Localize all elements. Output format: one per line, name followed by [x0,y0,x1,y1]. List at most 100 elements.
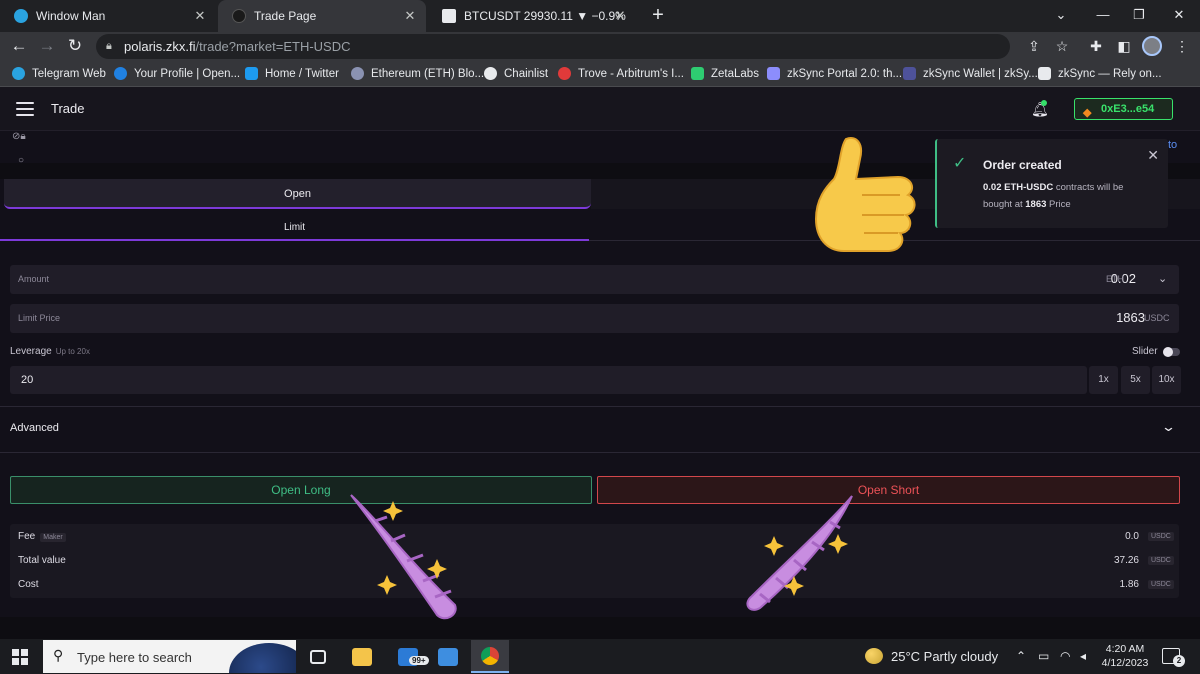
limit-price-field[interactable]: Limit Price 1863 USDC [10,304,1179,333]
battery-icon[interactable]: ▭ [1038,649,1049,663]
windows-taskbar: ⚲ Type here to search 99+ 25°C Partly cl… [0,639,1200,674]
forward-arrow-icon[interactable]: → [36,35,58,57]
bell-icon[interactable]: 🔔︎ [1031,100,1049,118]
weather-widget[interactable]: 25°C Partly cloudy [865,648,998,664]
toast-message: 0.02 ETH-USDC contracts will be bought a… [983,179,1153,213]
advanced-toggle[interactable]: Advanced [10,422,59,434]
summary-row-cost: Cost 1.86 USDC [10,574,1179,596]
order-summary: Fee Maker 0.0 USDC Total value 37.26 USDC… [10,524,1179,598]
system-clock[interactable]: 4:20 AM 4/12/2023 [1098,642,1152,670]
bookmark-telegram[interactable]: Telegram Web [12,61,106,86]
toast-text-tail: Price [1046,199,1071,210]
close-toast-icon[interactable]: ✕ [1147,147,1159,164]
bookmark-opensea[interactable]: Your Profile | Open... [114,61,240,86]
open-long-button[interactable]: Open Long [10,476,592,504]
search-highlight-image [229,643,296,673]
slider-toggle[interactable] [1163,347,1180,357]
amount-field[interactable]: Amount 0.02 ETH ⌄ [10,265,1179,294]
bookmark-zksync-portal[interactable]: zkSync Portal 2.0: th... [767,61,902,86]
close-tab-icon[interactable]: ✕ [192,8,208,24]
limit-price-unit: USDC [1144,313,1170,323]
summary-unit: USDC [1148,532,1174,541]
browser-tab-window-man[interactable]: Window Man ✕ [0,0,216,32]
clock-time: 4:20 AM [1105,643,1145,655]
summary-row-fee: Fee Maker 0.0 USDC [10,526,1179,548]
windows-start-icon[interactable] [12,649,28,665]
notification-center-icon[interactable]: 2 [1162,648,1185,667]
wallet-button[interactable]: ◆ 0xE3...e54 [1074,98,1173,120]
bookmark-zksync-rely[interactable]: zkSync — Rely on... [1038,61,1162,86]
bookmark-zetalabs[interactable]: ZetaLabs [691,61,759,86]
url-path: /trade?market=ETH-USDC [195,39,351,54]
leverage-hint: Up to 20x [55,347,90,356]
trove-icon [558,67,571,80]
leverage-10x-button[interactable]: 10x [1152,366,1181,394]
bookmark-chainlist[interactable]: Chainlist [484,61,548,86]
bookmark-star-icon[interactable]: ☆ [1052,36,1072,56]
zksync-icon [767,67,780,80]
leverage-5x-button[interactable]: 5x [1121,366,1150,394]
mail-icon[interactable]: 99+ [389,640,429,673]
close-window-button[interactable]: ✕ [1164,4,1194,26]
search-icon: ⚲ [53,647,64,663]
file-explorer-icon[interactable] [343,640,381,673]
close-tab-icon[interactable]: ✕ [402,8,418,24]
leverage-input[interactable]: 20 [10,366,1087,394]
back-arrow-icon[interactable]: ← [8,35,30,57]
tradingview-icon [442,9,456,23]
notification-count: 2 [1173,655,1185,667]
open-position-tab[interactable]: Open [4,179,591,209]
bookmark-label: Chainlist [504,67,549,80]
wifi-icon[interactable]: ◠ [1060,649,1070,663]
leverage-1x-button[interactable]: 1x [1089,366,1118,394]
bookmark-twitter[interactable]: Home / Twitter [245,61,339,86]
menu-dots-icon[interactable]: ⋮ [1172,36,1192,56]
browser-tab-btcusdt[interactable]: BTCUSDT 29930.11 ▼ −0.9% Luc ✕ [428,0,636,32]
taskbar-search-box[interactable]: ⚲ Type here to search [43,640,296,673]
chevron-up-icon[interactable]: ⌃ [1016,649,1026,663]
summary-value: 37.26 [1113,555,1139,566]
tab-search-icon[interactable]: ⌄ [1046,4,1076,26]
limit-price-label: Limit Price [18,313,61,323]
maximize-button[interactable]: ❐ [1124,4,1154,26]
summary-key: Fee [18,531,36,542]
profile-avatar[interactable] [1142,36,1162,56]
browser-tab-trade-page[interactable]: Trade Page ✕ [218,0,426,32]
page-title: Trade [51,101,85,116]
unicorn-horn-sticker [350,494,457,620]
bookmark-label: zkSync Wallet | zkSy... [923,67,1038,80]
bookmark-label: Telegram Web [32,67,106,80]
opensea-icon [114,67,127,80]
limit-order-tab[interactable]: Limit [0,215,589,241]
open-short-button[interactable]: Open Short [597,476,1180,504]
bookmarks-bar: Telegram Web Your Profile | Open... Home… [0,61,1200,87]
peek-link[interactable]: to [1168,139,1177,151]
share-icon[interactable]: ⇪ [1024,36,1044,56]
chevron-down-icon[interactable]: ⌄ [1161,419,1176,435]
bookmark-etherscan[interactable]: Ethereum (ETH) Blo... [351,61,484,86]
footer-band [0,617,1200,639]
minimize-button[interactable]: — [1088,4,1118,26]
close-tab-icon[interactable]: ✕ [612,8,628,24]
summary-row-total-value: Total value 37.26 USDC [10,550,1179,572]
summary-unit: USDC [1148,580,1174,589]
bookmark-trove[interactable]: Trove - Arbitrum's I... [558,61,684,86]
task-view-icon[interactable] [299,640,337,673]
metamask-fox-icon: ◆ [1083,107,1092,119]
hide-lock-icon[interactable]: ⊘🔒︎ [12,131,26,142]
unit-chevron-down-icon[interactable]: ⌄ [1158,272,1167,285]
sidebar-icon[interactable]: ◧ [1114,36,1134,56]
volume-icon[interactable]: ◂ [1080,649,1086,663]
store-icon[interactable] [429,640,467,673]
search-placeholder: Type here to search [77,650,192,665]
address-bar[interactable]: 🔒︎ polaris.zkx.fi/trade?market=ETH-USDC [96,34,1010,59]
hamburger-menu-icon[interactable] [16,102,34,116]
reload-icon[interactable]: ↻ [64,35,86,57]
app-header: Trade 🔔︎ ◆ 0xE3...e54 [0,87,1200,131]
bookmark-zksync-wallet[interactable]: zkSync Wallet | zkSy... [903,61,1038,86]
browser-tab-bar: Window Man ✕ Trade Page ✕ BTCUSDT 29930.… [0,0,1200,32]
telegram-icon [14,9,28,23]
chrome-icon[interactable] [471,640,509,673]
new-tab-button[interactable]: + [648,4,668,26]
extensions-icon[interactable]: ✚ [1086,36,1106,56]
